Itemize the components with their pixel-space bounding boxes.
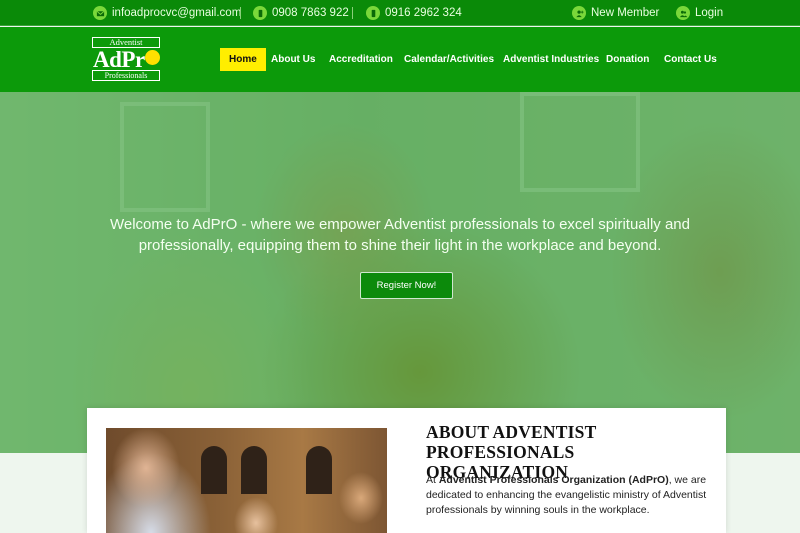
hero-tagline: Welcome to AdPrO - where we empower Adve… (110, 216, 690, 254)
church-window (306, 446, 332, 494)
about-section-card: ABOUT ADVENTIST PROFESSIONALS ORGANIZATI… (87, 408, 726, 533)
phone2-link[interactable]: 0916 2962 324 (366, 5, 462, 21)
nav-donation[interactable]: Donation (606, 48, 649, 71)
phone1-text: 0908 7863 922 (272, 7, 349, 19)
site-logo[interactable]: Adventist AdPr Professionals (92, 37, 162, 81)
phone1-link[interactable]: 0908 7863 922 (253, 5, 349, 21)
hero-banner: Welcome to AdPrO - where we empower Adve… (0, 92, 800, 453)
nav-calendar-activities[interactable]: Calendar/Activities (404, 48, 494, 71)
login-link[interactable]: Login (676, 5, 723, 21)
logo-emblem-icon (145, 50, 160, 65)
nav-home[interactable]: Home (220, 48, 266, 71)
mobile-phone-icon (253, 6, 267, 20)
nav-about-us[interactable]: About Us (271, 48, 315, 71)
new-member-text: New Member (591, 7, 660, 19)
mobile-phone-icon (366, 6, 380, 20)
about-intro-prefix: At (426, 474, 439, 486)
separator (352, 7, 353, 19)
separator (240, 7, 241, 19)
envelope-icon (93, 6, 107, 20)
phone2-text: 0916 2962 324 (385, 7, 462, 19)
logo-bottom-text: Professionals (92, 70, 160, 81)
email-text: infoadprocvc@gmail.com (112, 7, 242, 19)
top-contact-bar: infoadprocvc@gmail.com 0908 7863 922 091… (0, 0, 800, 26)
church-window (201, 446, 227, 494)
nav-contact-us[interactable]: Contact Us (664, 48, 717, 71)
new-member-link[interactable]: New Member (572, 5, 659, 21)
nav-adventist-industries[interactable]: Adventist Industries (503, 48, 599, 71)
register-now-button[interactable]: Register Now! (360, 272, 453, 299)
email-link[interactable]: infoadprocvc@gmail.com (93, 5, 241, 21)
about-photo (106, 428, 387, 533)
users-icon (676, 6, 690, 20)
church-window (241, 446, 267, 494)
login-text: Login (695, 7, 724, 19)
about-description: At Adventist Professionals Organization … (426, 473, 711, 518)
about-org-name: Adventist Professionals Organization (Ad… (438, 474, 669, 486)
nav-accreditation[interactable]: Accreditation (329, 48, 393, 71)
user-plus-icon (572, 6, 586, 20)
